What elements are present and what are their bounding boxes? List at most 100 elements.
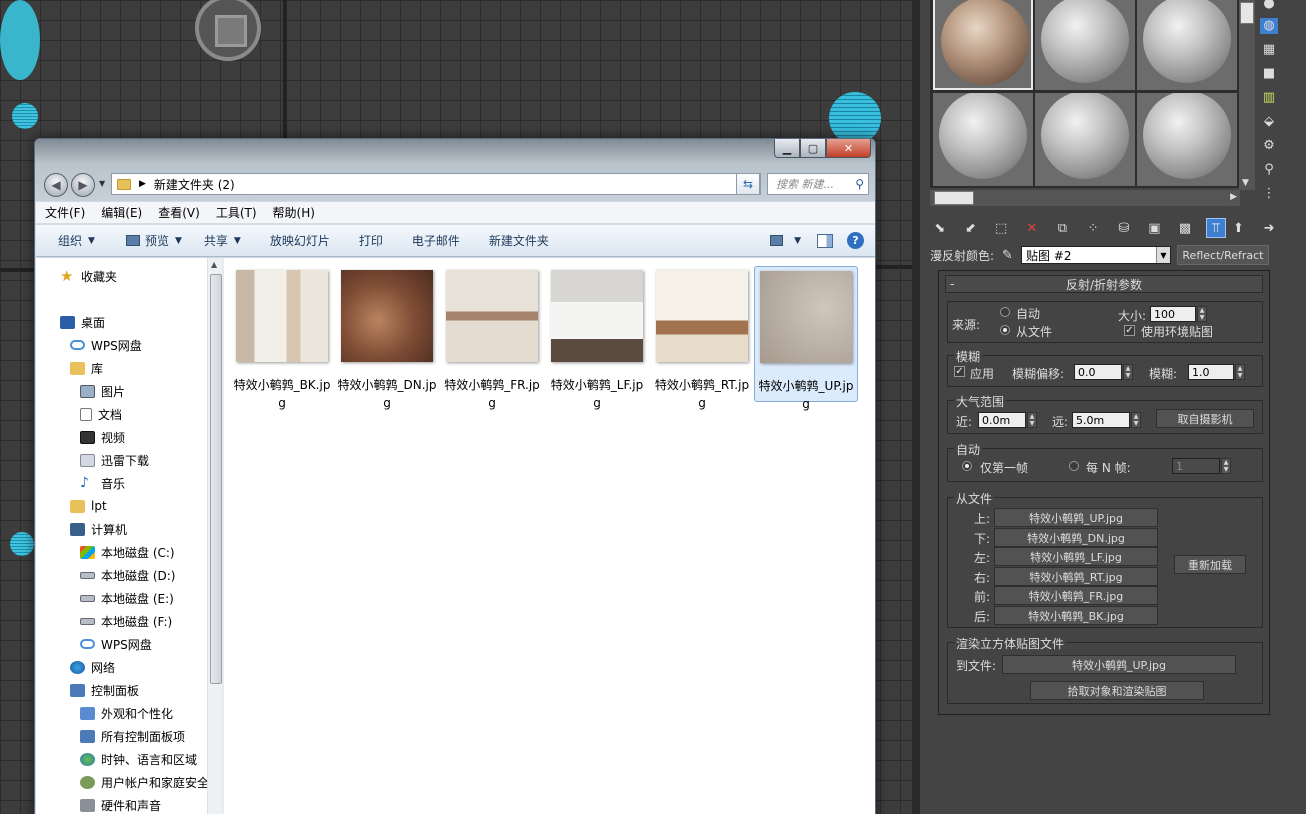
chevron-down-icon[interactable]: ▼ <box>1242 178 1249 188</box>
left-file-button[interactable]: 特效小鹌鹑_LF.jpg <box>994 547 1158 566</box>
eyedropper-icon[interactable]: ✎ <box>1002 248 1013 263</box>
use-env-checkbox[interactable]: ✓ <box>1124 325 1135 336</box>
wire-sphere-object[interactable] <box>829 92 881 144</box>
blur-offset-spinner[interactable]: 0.0 ▲ ▼ <box>1074 364 1133 380</box>
take-from-camera-button[interactable]: 取自摄影机 <box>1156 409 1254 428</box>
slot-scrollbar-horizontal[interactable]: ▶ <box>930 190 1240 206</box>
nav-item-all-items[interactable]: 所有控制面板项 <box>80 725 185 747</box>
show-map-icon[interactable]: ▩ <box>1175 218 1195 238</box>
sphere-object[interactable] <box>0 0 40 80</box>
nav-item-disk-d[interactable]: 本地磁盘 (D:) <box>80 564 175 586</box>
scrollbar-thumb[interactable] <box>934 191 974 205</box>
put-to-library-icon[interactable]: ⛁ <box>1114 218 1134 238</box>
backlight-icon[interactable]: ◍ <box>1260 18 1278 34</box>
radio-auto[interactable] <box>1000 307 1010 317</box>
material-slot[interactable] <box>1035 0 1135 90</box>
chevron-down-icon[interactable]: ▼ <box>1155 247 1170 263</box>
maximize-button[interactable]: ▢ <box>800 139 826 158</box>
file-item[interactable]: 特效小鹌鹑_RT.jpg <box>650 266 754 410</box>
file-item[interactable]: 特效小鹌鹑_DN.jpg <box>335 266 439 410</box>
menu-help[interactable]: 帮助(H) <box>264 204 322 221</box>
spinner-arrows-icon[interactable]: ▲ ▼ <box>1027 412 1037 428</box>
video-color-check-icon[interactable]: ▥ <box>1260 90 1278 106</box>
background-icon[interactable]: ▦ <box>1260 42 1278 58</box>
back-file-button[interactable]: 特效小鹌鹑_BK.jpg <box>994 606 1158 625</box>
file-view[interactable]: 特效小鹌鹑_BK.jpg 特效小鹌鹑_DN.jpg 特效小鹌鹑_FR.jpg 特… <box>224 258 875 814</box>
scrollbar-thumb[interactable] <box>210 274 222 684</box>
up-file-button[interactable]: 特效小鹌鹑_UP.jpg <box>994 508 1158 527</box>
email-button[interactable]: 电子邮件 <box>394 232 471 249</box>
explorer-window[interactable]: ▁ ▢ ✕ ◀ ▶ ▼ ▶ 新建文件夹 (2) ▼ ⇆ 搜索 新建... ⚲ 文… <box>34 138 876 814</box>
nav-item-xunlei[interactable]: 迅雷下载 <box>80 449 149 471</box>
blur-apply-checkbox[interactable]: ✓ <box>954 366 965 377</box>
nav-item-user-folder[interactable]: lpt <box>70 495 107 517</box>
forward-button[interactable]: ▶ <box>71 173 95 197</box>
size-spinner[interactable]: 100 ▲ ▼ <box>1150 306 1207 322</box>
material-id-icon[interactable]: ▣ <box>1145 218 1165 238</box>
wire-sphere-object[interactable] <box>12 103 38 129</box>
blur-spinner[interactable]: 1.0 ▲ ▼ <box>1188 364 1245 380</box>
organize-button[interactable]: 组织 ▼ <box>36 232 106 249</box>
nav-item-clock-region[interactable]: 时钟、语言和区域 <box>80 748 197 770</box>
file-item[interactable]: 特效小鹌鹑_BK.jpg <box>230 266 334 410</box>
nav-item-appearance[interactable]: 外观和个性化 <box>80 702 173 724</box>
title-bar[interactable]: ▁ ▢ ✕ ◀ ▶ ▼ ▶ 新建文件夹 (2) ▼ ⇆ 搜索 新建... ⚲ <box>35 139 875 201</box>
menu-view[interactable]: 查看(V) <box>149 204 207 221</box>
make-preview-icon[interactable]: ⬙ <box>1260 114 1278 130</box>
spinner-arrows-icon[interactable]: ▲ ▼ <box>1235 364 1245 380</box>
view-options-button[interactable]: ▼ <box>764 235 807 246</box>
nav-item-music[interactable]: ♪ 音乐 <box>80 472 125 494</box>
search-icon[interactable]: ⚲ <box>855 177 864 191</box>
minimize-button[interactable]: ▁ <box>774 139 800 158</box>
right-file-button[interactable]: 特效小鹌鹑_RT.jpg <box>994 567 1158 586</box>
spinner-arrows-icon[interactable]: ▲ ▼ <box>1123 364 1133 380</box>
help-icon[interactable]: ? <box>847 232 864 249</box>
far-spinner[interactable]: 5.0m ▲ ▼ <box>1072 412 1141 428</box>
nav-item-disk-e[interactable]: 本地磁盘 (E:) <box>80 587 174 609</box>
spinner-arrows-icon[interactable]: ▲ ▼ <box>1131 412 1141 428</box>
menu-file[interactable]: 文件(F) <box>36 204 92 221</box>
radio-every-n[interactable] <box>1069 461 1079 471</box>
chevron-right-icon[interactable]: ▶ <box>1230 192 1237 202</box>
material-slot[interactable] <box>1137 93 1237 186</box>
material-slot[interactable] <box>933 93 1033 186</box>
material-slot[interactable] <box>933 0 1033 90</box>
scrollbar-thumb[interactable] <box>1240 2 1254 24</box>
slot-scrollbar-vertical[interactable]: ▼ <box>1239 0 1255 190</box>
reload-button[interactable]: 重新加载 <box>1174 555 1246 574</box>
nav-item-documents[interactable]: 文档 <box>80 403 122 425</box>
wire-sphere-object[interactable] <box>10 532 34 556</box>
spinner-arrows-icon[interactable]: ▲ ▼ <box>1197 306 1207 322</box>
nav-item-computer[interactable]: 计算机 <box>70 518 127 540</box>
spinner-arrows-icon[interactable]: ▲ ▼ <box>1221 458 1231 474</box>
preview-pane-button[interactable] <box>817 233 833 248</box>
nav-item-network[interactable]: 网络 <box>70 656 115 678</box>
print-button[interactable]: 打印 <box>341 232 394 249</box>
material-slot[interactable] <box>1137 0 1237 90</box>
every-n-spinner[interactable]: 1 ▲ ▼ <box>1172 458 1231 474</box>
assign-material-icon[interactable]: ⬚ <box>991 218 1011 238</box>
history-dropdown[interactable]: ▼ <box>99 179 105 188</box>
go-to-parent-icon[interactable]: ⬆ <box>1229 218 1249 238</box>
front-file-button[interactable]: 特效小鹌鹑_FR.jpg <box>994 586 1158 605</box>
put-to-scene-icon[interactable]: ⬋ <box>961 218 981 238</box>
sample-type-icon[interactable]: ● <box>1260 0 1278 12</box>
nav-scrollbar[interactable]: ▲ <box>207 258 223 814</box>
nav-item-favorites[interactable]: ★ 收藏夹 <box>60 265 117 287</box>
preview-button[interactable]: 预览 ▼ <box>106 232 193 249</box>
new-folder-button[interactable]: 新建文件夹 <box>471 232 560 249</box>
menu-tools[interactable]: 工具(T) <box>207 204 264 221</box>
map-type-button[interactable]: Reflect/Refract <box>1176 245 1269 265</box>
nav-item-library[interactable]: 库 <box>70 357 103 379</box>
nav-item-wps-cloud-2[interactable]: WPS网盘 <box>80 633 152 655</box>
search-input[interactable]: 搜索 新建... ⚲ <box>767 173 869 195</box>
nav-item-disk-f[interactable]: 本地磁盘 (F:) <box>80 610 172 632</box>
copy-material-icon[interactable]: ⧉ <box>1053 218 1073 238</box>
address-path[interactable]: 新建文件夹 (2) <box>154 176 235 193</box>
reset-icon[interactable]: ✕ <box>1022 218 1042 238</box>
nav-item-user-accounts[interactable]: 用户帐户和家庭安全 <box>80 771 209 793</box>
menu-edit[interactable]: 编辑(E) <box>92 204 149 221</box>
map-name-field[interactable]: 贴图 #2 ▼ <box>1020 246 1171 264</box>
options-icon[interactable]: ⚙ <box>1260 138 1278 154</box>
get-material-icon[interactable]: ⬊ <box>930 218 950 238</box>
